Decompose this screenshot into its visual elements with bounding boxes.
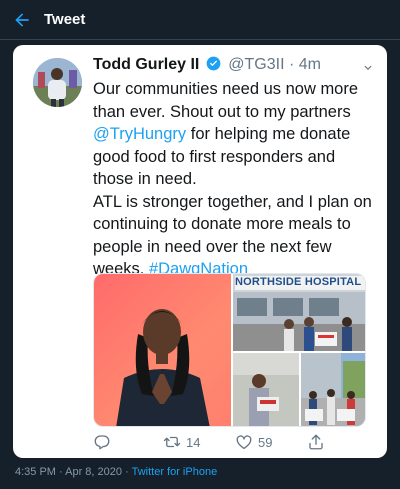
tweet-paragraph: Our communities need us now more than ev… — [93, 78, 378, 191]
retweet-count: 14 — [186, 434, 201, 450]
tweet-text: Our communities need us now more than ev… — [93, 78, 378, 281]
reply-icon — [94, 435, 110, 450]
text-segment: Our communities need us now more than ev… — [93, 80, 359, 121]
source-link[interactable]: Twitter for iPhone — [132, 466, 218, 478]
separator-dot: · — [288, 56, 295, 73]
share-button[interactable] — [307, 432, 325, 452]
top-bar: Tweet — [0, 0, 400, 40]
tweet-footer: 4:35 PM · Apr 8, 2020 · Twitter for iPho… — [15, 466, 217, 478]
reply-button[interactable] — [93, 432, 116, 452]
like-button[interactable]: 59 — [235, 432, 272, 452]
verified-badge-icon — [206, 56, 221, 71]
like-count: 59 — [258, 434, 273, 450]
share-icon — [309, 434, 323, 450]
heart-icon — [236, 435, 252, 450]
author-handle[interactable]: @TG3II — [228, 56, 284, 73]
media-photo-donation[interactable] — [233, 353, 299, 426]
tweet-time[interactable]: 4m — [299, 56, 321, 73]
mention-link[interactable]: @TryHungry — [93, 125, 186, 143]
page-title: Tweet — [44, 11, 86, 28]
tweet-header: Todd Gurley II @TG3II · 4m — [93, 56, 373, 78]
media-photo-group[interactable] — [301, 353, 365, 426]
media-photo-portrait[interactable] — [94, 274, 231, 426]
retweet-button[interactable]: 14 — [163, 432, 200, 452]
avatar[interactable] — [33, 58, 82, 107]
tweet-paragraph: ATL is stronger together, and I plan on … — [93, 191, 378, 281]
author-name[interactable]: Todd Gurley II — [93, 56, 199, 73]
media-grid: NORTHSIDE HOSPITAL — [93, 273, 366, 427]
hospital-sign: NORTHSIDE HOSPITAL — [235, 276, 365, 290]
action-bar: 14 59 — [93, 432, 373, 452]
back-arrow-icon[interactable] — [12, 10, 32, 30]
tweet-card[interactable]: Todd Gurley II @TG3II · 4m Our communiti… — [13, 45, 387, 458]
media-photo-hospital[interactable]: NORTHSIDE HOSPITAL — [233, 274, 365, 351]
retweet-icon — [163, 436, 181, 448]
tweet-timestamp: 4:35 PM · Apr 8, 2020 · — [15, 466, 132, 478]
